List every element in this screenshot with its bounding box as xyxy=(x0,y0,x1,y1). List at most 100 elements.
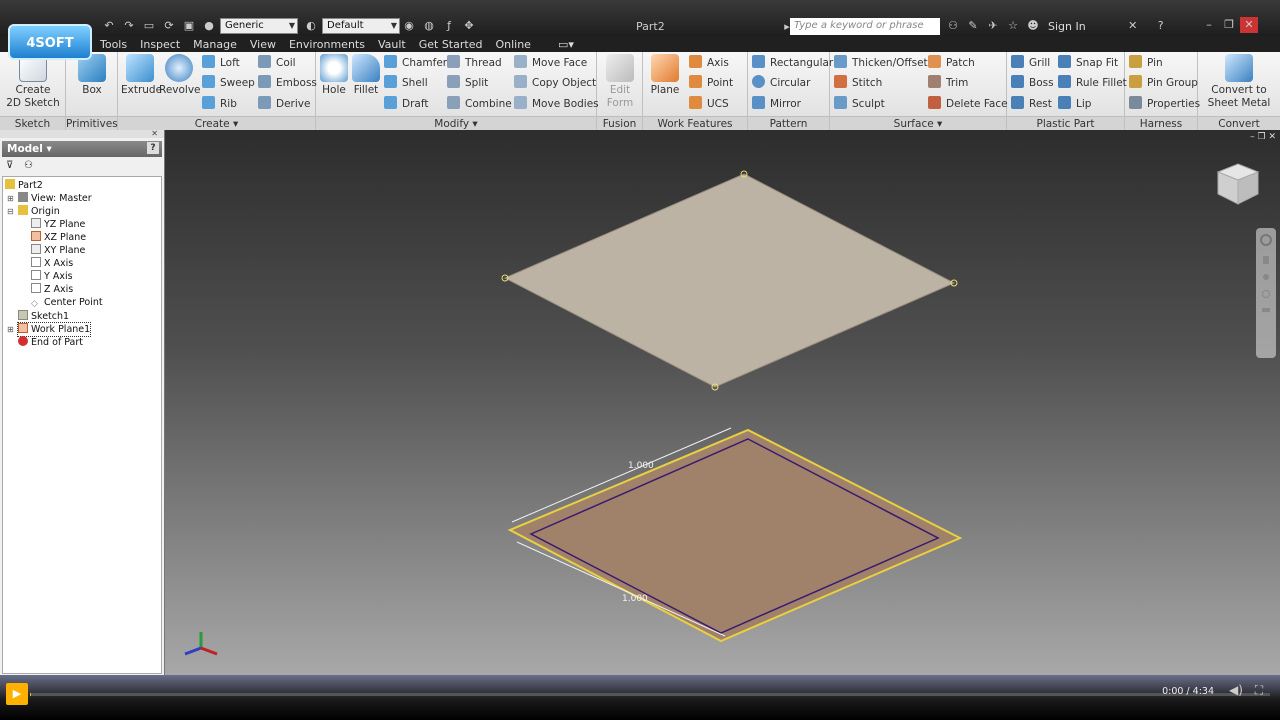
select-icon[interactable]: ▣ xyxy=(180,18,198,34)
steering-wheel-icon[interactable] xyxy=(1260,234,1272,246)
tree-node-yz-plane[interactable]: YZ Plane xyxy=(31,218,85,231)
axis-button[interactable]: Axis xyxy=(689,54,729,72)
expand-icon[interactable]: ⊞ xyxy=(7,194,14,203)
snap-fit-button[interactable]: Snap Fit xyxy=(1058,54,1118,72)
work-plane-surface[interactable] xyxy=(503,173,956,388)
draft-button[interactable]: Draft xyxy=(384,95,428,113)
tree-node-y-axis[interactable]: Y Axis xyxy=(31,270,73,283)
create-panel-label[interactable]: Create ▾ xyxy=(118,116,315,130)
thread-button[interactable]: Thread xyxy=(447,54,502,72)
volume-icon[interactable]: ◀) xyxy=(1226,683,1246,703)
circular-button[interactable]: Circular xyxy=(752,74,810,92)
help-icon[interactable]: ? xyxy=(1152,18,1170,34)
grill-button[interactable]: Grill xyxy=(1011,54,1050,72)
move-bodies-button[interactable]: Move Bodies xyxy=(514,95,599,113)
collapse-icon[interactable]: ⊟ xyxy=(7,207,14,216)
style-combo[interactable]: Generic ▼ xyxy=(220,18,298,34)
undo-icon[interactable]: ↶ xyxy=(100,18,118,34)
menu-get-started[interactable]: Get Started xyxy=(419,38,483,51)
loft-button[interactable]: Loft xyxy=(202,54,240,72)
tree-node-work-plane1[interactable]: Work Plane1 xyxy=(16,322,92,337)
surface-panel-label[interactable]: Surface ▾ xyxy=(830,116,1006,130)
tree-node-xy-plane[interactable]: XY Plane xyxy=(31,244,85,257)
redo-icon[interactable]: ↷ xyxy=(120,18,138,34)
tree-node-view-master[interactable]: View: Master xyxy=(18,192,92,205)
pin-group-button[interactable]: Pin Group xyxy=(1129,74,1198,92)
sketch-plate[interactable] xyxy=(507,428,963,643)
box-button[interactable]: Box xyxy=(74,54,110,96)
emboss-button[interactable]: Emboss xyxy=(258,74,317,92)
stitch-button[interactable]: Stitch xyxy=(834,74,882,92)
plane-button[interactable]: Plane xyxy=(649,54,681,96)
fillet-button[interactable]: Fillet xyxy=(352,54,380,96)
menu-inspect[interactable]: Inspect xyxy=(140,38,180,51)
pan-icon[interactable] xyxy=(1263,256,1269,264)
tree-node-sketch1[interactable]: Sketch1 xyxy=(18,310,69,323)
color-icon[interactable]: ● xyxy=(200,18,218,34)
rectangular-button[interactable]: Rectangular xyxy=(752,54,833,72)
model-tab[interactable]: Model ▾ ? xyxy=(2,141,162,157)
tools-icon[interactable]: ✎ xyxy=(964,18,982,34)
move-icon[interactable]: ✥ xyxy=(460,18,478,34)
tree-node-z-axis[interactable]: Z Axis xyxy=(31,283,73,296)
tree-node-end-of-part[interactable]: End of Part xyxy=(18,336,83,349)
pin-button[interactable]: Pin xyxy=(1129,54,1163,72)
zoom-icon[interactable] xyxy=(1263,274,1269,280)
exchange-close-icon[interactable]: ✕ xyxy=(1124,18,1142,34)
menu-view[interactable]: View xyxy=(250,38,276,51)
move-face-button[interactable]: Move Face xyxy=(514,54,587,72)
create-sketch-button[interactable]: Create 2D Sketch xyxy=(6,54,60,110)
chamfer-button[interactable]: Chamfer xyxy=(384,54,447,72)
video-progress-track[interactable] xyxy=(30,693,1270,696)
combine-button[interactable]: Combine xyxy=(447,95,512,113)
tree-node-origin[interactable]: Origin xyxy=(18,205,60,218)
close-browser-icon[interactable]: ✕ xyxy=(151,129,158,138)
shell-button[interactable]: Shell xyxy=(384,74,428,92)
hole-button[interactable]: Hole xyxy=(320,54,348,96)
rib-button[interactable]: Rib xyxy=(202,95,237,113)
menu-tools[interactable]: Tools xyxy=(100,38,127,51)
coil-button[interactable]: Coil xyxy=(258,54,296,72)
close-icon[interactable]: ✕ xyxy=(1240,17,1258,33)
video-icon[interactable]: ▭▾ xyxy=(558,38,574,51)
patch-button[interactable]: Patch xyxy=(928,54,975,72)
view-cube[interactable] xyxy=(1214,160,1262,208)
satellite-icon[interactable]: ✈ xyxy=(984,18,1002,34)
dimension-bottom-text[interactable]: 1.000 xyxy=(622,594,648,604)
orbit-icon[interactable] xyxy=(1262,290,1270,298)
split-button[interactable]: Split xyxy=(447,74,488,92)
star-icon[interactable]: ☆ xyxy=(1004,18,1022,34)
boss-button[interactable]: Boss xyxy=(1011,74,1054,92)
graphics-viewport[interactable]: – ❐ ✕ 1.000 1.000 xyxy=(165,130,1280,675)
minimize-icon[interactable]: – xyxy=(1200,17,1218,33)
tree-node-center-point[interactable]: ◇ Center Point xyxy=(31,296,103,309)
fullscreen-icon[interactable]: ⛶ xyxy=(1248,683,1270,703)
rule-fillet-button[interactable]: Rule Fillet xyxy=(1058,74,1127,92)
thicken-offset-button[interactable]: Thicken/Offset xyxy=(834,54,928,72)
filter-icon[interactable]: ⊽ xyxy=(6,160,13,171)
search-input[interactable]: Type a keyword or phrase xyxy=(790,18,940,35)
delete-face-button[interactable]: Delete Face xyxy=(928,95,1008,113)
trim-button[interactable]: Trim xyxy=(928,74,968,92)
appearance-combo[interactable]: Default ▼ xyxy=(322,18,400,34)
tree-node-xz-plane[interactable]: XZ Plane xyxy=(31,231,86,244)
sign-in-link[interactable]: Sign In xyxy=(1048,20,1086,33)
dimension-top-text[interactable]: 1.000 xyxy=(628,461,654,471)
expand-icon[interactable]: ⊞ xyxy=(7,325,14,334)
derive-button[interactable]: Derive xyxy=(258,95,310,113)
material-icon[interactable]: ◉ xyxy=(400,18,418,34)
copy-object-button[interactable]: Copy Object xyxy=(514,74,596,92)
update-icon[interactable]: ⟳ xyxy=(160,18,178,34)
tree-node-part2[interactable]: Part2 xyxy=(5,179,43,192)
find-icon[interactable]: ⚇ xyxy=(24,160,33,171)
extrude-button[interactable]: Extrude xyxy=(121,54,162,96)
revolve-button[interactable]: Revolve xyxy=(159,54,201,96)
rest-button[interactable]: Rest xyxy=(1011,95,1052,113)
sweep-button[interactable]: Sweep xyxy=(202,74,255,92)
properties-button[interactable]: Properties xyxy=(1129,95,1200,113)
look-at-icon[interactable] xyxy=(1262,308,1270,312)
ucs-button[interactable]: UCS xyxy=(689,95,729,113)
menu-vault[interactable]: Vault xyxy=(378,38,406,51)
play-icon[interactable]: ▶ xyxy=(6,683,28,705)
menu-online[interactable]: Online xyxy=(495,38,530,51)
